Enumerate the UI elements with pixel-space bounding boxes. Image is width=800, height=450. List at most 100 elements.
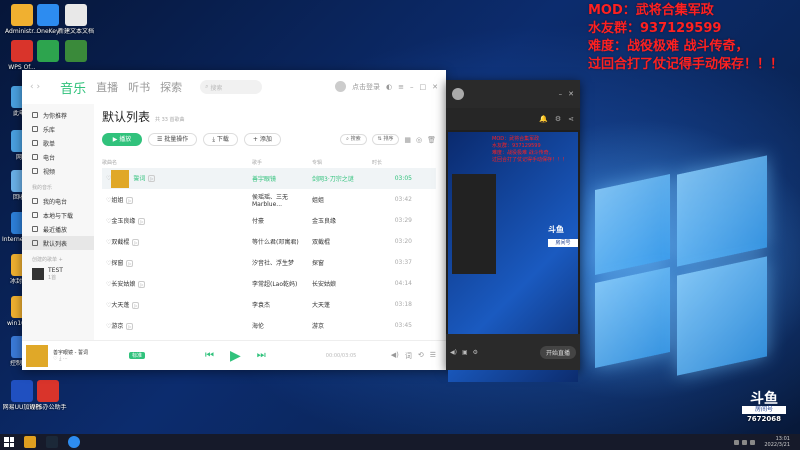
song-album[interactable]: 金玉良缘: [312, 210, 372, 231]
search-input[interactable]: ⌕ 搜索: [200, 80, 263, 94]
minimize-icon[interactable]: –: [410, 83, 414, 91]
heart-icon[interactable]: ♡: [102, 260, 111, 267]
quality-badge[interactable]: 标准: [129, 352, 146, 359]
song-album[interactable]: 探窗: [312, 252, 372, 273]
batch-button[interactable]: ☰ 批量操作: [148, 133, 198, 146]
col-song[interactable]: 歌曲名: [102, 156, 252, 168]
sidebar-item-my-radio[interactable]: 我的电台: [22, 194, 94, 208]
col-duration[interactable]: 时长: [372, 156, 436, 168]
table-row[interactable]: ♡游京 ▷ 海伦 游京 03:45: [102, 315, 436, 336]
song-album[interactable]: 长安姑娘: [312, 273, 372, 294]
table-row[interactable]: ♡金玉良缘 ▷ 付豪 金玉良缘 03:29: [102, 210, 436, 231]
taskbar-app-steam-icon[interactable]: [46, 436, 58, 448]
sidebar-item-video[interactable]: 视频: [22, 164, 94, 178]
song-artist[interactable]: 善宇眼镜: [252, 168, 312, 189]
table-row[interactable]: ♡长安姑娘 ▷ 李常超(Lao乾妈) 长安姑娘 04:14: [102, 273, 436, 294]
avatar[interactable]: [335, 81, 347, 92]
add-playlist-icon[interactable]: +: [59, 257, 63, 263]
tab-live[interactable]: 直播: [96, 79, 118, 95]
col-album[interactable]: 专辑: [312, 156, 372, 168]
prev-icon[interactable]: ⏮: [205, 350, 214, 361]
song-artist[interactable]: 汐音社、浮生梦: [252, 252, 312, 273]
table-row[interactable]: ♡ 誓词 ▷ 善宇眼镜 剑网3·刀宗之谜 03:05: [102, 168, 436, 189]
minimize-icon[interactable]: –: [559, 90, 563, 98]
sidebar-item-recent[interactable]: 最近播放: [22, 222, 94, 236]
sidebar-playlist-test[interactable]: TEST 1首: [22, 266, 94, 282]
taskbar-app-browser-icon[interactable]: [68, 436, 80, 448]
heart-icon[interactable]: ♡: [102, 302, 111, 309]
trash-icon[interactable]: 🗑: [427, 136, 436, 144]
close-icon[interactable]: ✕: [568, 90, 574, 98]
desktop-icon[interactable]: 新建文本文档: [56, 4, 96, 35]
mv-tag[interactable]: ▷: [126, 260, 134, 267]
sidebar-item-default-list[interactable]: 默认列表: [22, 236, 94, 250]
desktop-icon[interactable]: WPS办公助手: [28, 380, 68, 411]
heart-icon[interactable]: ♡: [102, 175, 111, 182]
sidebar-item-recommend[interactable]: 为你推荐: [22, 108, 94, 122]
mv-tag[interactable]: ▷: [138, 281, 146, 288]
list-search-button[interactable]: ⌕ 搜索: [340, 134, 367, 145]
sidebar-item-library[interactable]: 乐库: [22, 122, 94, 136]
mv-tag[interactable]: ▷: [126, 197, 134, 204]
settings-icon[interactable]: ≡: [398, 83, 404, 91]
heart-icon[interactable]: ♡: [102, 281, 111, 288]
playlist-queue-icon[interactable]: ☰: [430, 351, 436, 361]
song-artist[interactable]: 等什么君(邓寓君): [252, 231, 312, 252]
mv-tag[interactable]: ▷: [138, 218, 146, 225]
sidebar-item-playlists[interactable]: 歌单: [22, 136, 94, 150]
next-icon[interactable]: ⏭: [257, 350, 266, 361]
bell-icon[interactable]: 🔔: [539, 115, 548, 123]
song-album[interactable]: 双截棍: [312, 231, 372, 252]
download-button[interactable]: ⤓ 下载: [203, 133, 238, 146]
volume-icon[interactable]: ◀): [450, 349, 457, 356]
add-button[interactable]: + 添加: [243, 133, 281, 146]
song-album[interactable]: 大天蓬: [312, 294, 372, 315]
close-icon[interactable]: ✕: [432, 83, 438, 91]
start-live-button[interactable]: 开始直播: [539, 345, 576, 359]
volume-icon[interactable]: ◀): [391, 351, 399, 361]
tab-explore[interactable]: 探索: [160, 79, 182, 95]
song-artist[interactable]: 侯瑶瑶、三无Marblue...: [252, 189, 312, 210]
table-row[interactable]: ♡双截棍 ▷ 等什么君(邓寓君) 双截棍 03:20: [102, 231, 436, 252]
maximize-icon[interactable]: □: [420, 83, 427, 91]
nav-back-forward-icon[interactable]: ‹ ›: [30, 82, 40, 92]
mv-tag[interactable]: ▷: [126, 323, 134, 330]
heart-icon[interactable]: ♡: [102, 218, 111, 225]
start-button-icon[interactable]: [4, 437, 14, 447]
song-artist[interactable]: 李袁杰: [252, 294, 312, 315]
locate-icon[interactable]: ◎: [416, 136, 422, 144]
taskbar-app-folder-icon[interactable]: [24, 436, 36, 448]
tray-date[interactable]: 2022/3/21: [764, 442, 790, 448]
login-link[interactable]: 点击登录: [352, 82, 380, 92]
camera-icon[interactable]: ▣: [462, 349, 468, 356]
settings-icon[interactable]: ⚙: [473, 349, 478, 356]
tab-audiobook[interactable]: 听书: [128, 79, 150, 95]
now-playing-cover[interactable]: [26, 344, 48, 367]
gear-icon[interactable]: ⚙: [555, 115, 561, 123]
song-album[interactable]: 姐姐: [312, 189, 372, 210]
sidebar-item-local[interactable]: 本地与下载: [22, 208, 94, 222]
table-row[interactable]: ♡姐姐 ▷ 侯瑶瑶、三无Marblue... 姐姐 03:42: [102, 189, 436, 210]
song-album[interactable]: 剑网3·刀宗之谜: [312, 168, 372, 189]
mv-tag[interactable]: ▷: [148, 175, 156, 182]
skin-icon[interactable]: ◐: [386, 83, 392, 91]
mv-tag[interactable]: ▷: [132, 302, 140, 309]
heart-icon[interactable]: ♡: [102, 323, 111, 330]
song-artist[interactable]: 李常超(Lao乾妈): [252, 273, 312, 294]
col-artist[interactable]: 歌手: [252, 156, 312, 168]
song-artist[interactable]: 付豪: [252, 210, 312, 231]
lyrics-icon[interactable]: 词: [405, 351, 412, 361]
list-view-icon[interactable]: ▦: [404, 136, 411, 144]
tab-music[interactable]: 音乐: [60, 78, 86, 97]
table-row[interactable]: ♡大天蓬 ▷ 李袁杰 大天蓬 03:18: [102, 294, 436, 315]
sort-button[interactable]: ⇅ 排序: [371, 134, 400, 145]
play-all-button[interactable]: ▶ 播放: [102, 133, 142, 146]
mv-tag[interactable]: ▷: [132, 239, 140, 246]
heart-icon[interactable]: ♡: [102, 197, 111, 204]
streamer-avatar[interactable]: [452, 88, 464, 100]
song-artist[interactable]: 海伦: [252, 315, 312, 336]
share-icon[interactable]: ⋖: [568, 115, 574, 123]
sidebar-item-radio[interactable]: 电台: [22, 150, 94, 164]
heart-icon[interactable]: ♡: [102, 239, 111, 246]
song-album[interactable]: 游京: [312, 315, 372, 336]
